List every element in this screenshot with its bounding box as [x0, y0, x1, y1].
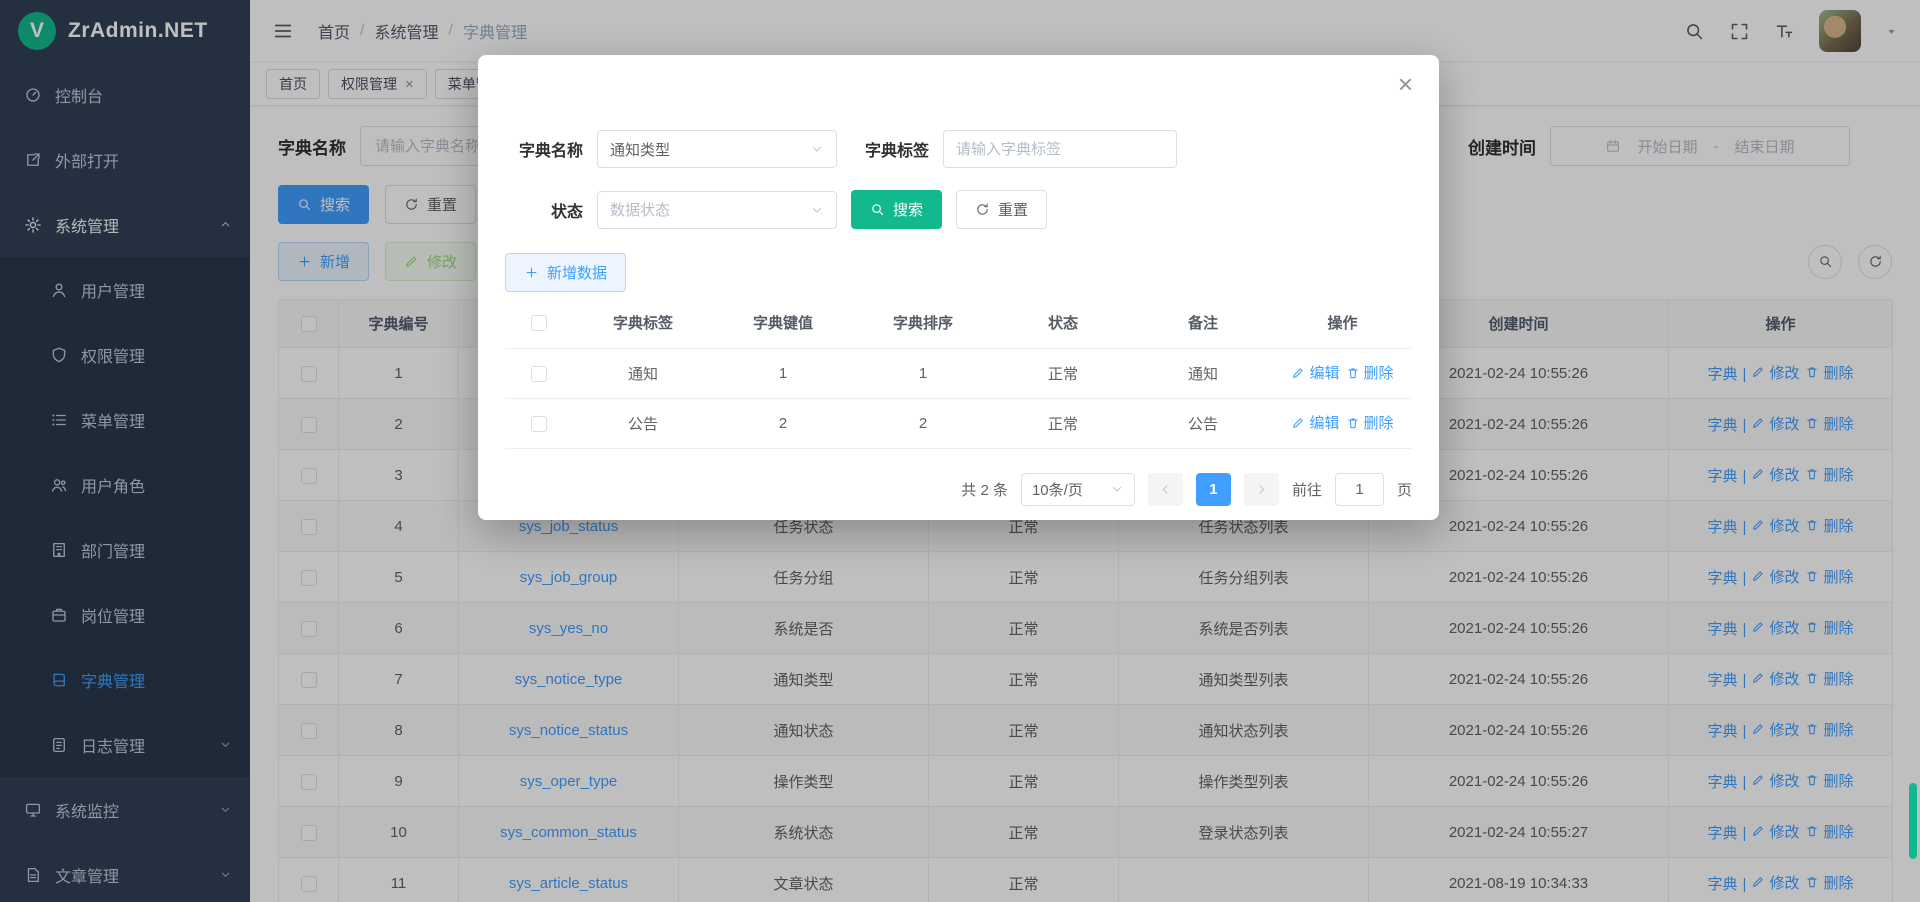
page-size-value: 10条/页: [1032, 479, 1083, 500]
data-sort: 2: [853, 398, 993, 448]
prev-page-button[interactable]: [1148, 473, 1183, 506]
chevron-left-icon: [1158, 482, 1173, 497]
pagination: 共 2 条 10条/页 1 前往 页: [505, 473, 1412, 506]
column-header: 状态: [993, 298, 1133, 348]
goto-suffix: 页: [1397, 479, 1412, 500]
edit-row-link[interactable]: 编辑: [1291, 362, 1339, 383]
column-header: 操作: [1273, 298, 1412, 348]
column-header: 字典键值: [713, 298, 853, 348]
dict-data-row: 通知11正常通知编辑删除: [505, 348, 1412, 398]
page-size-select[interactable]: 10条/页: [1021, 473, 1135, 506]
data-label: 公告: [573, 398, 713, 448]
edit-row-link[interactable]: 编辑: [1291, 412, 1339, 433]
data-remark: 通知: [1133, 348, 1273, 398]
next-page-button[interactable]: [1244, 473, 1279, 506]
chevron-down-icon: [810, 142, 824, 156]
delete-row-link[interactable]: 删除: [1346, 362, 1394, 383]
pagination-total: 共 2 条: [961, 479, 1008, 500]
column-header: 字典标签: [573, 298, 713, 348]
modal-reset-label: 重置: [998, 199, 1028, 220]
status-select[interactable]: 数据状态: [597, 191, 837, 229]
close-icon[interactable]: ×: [1398, 71, 1413, 97]
add-data-button[interactable]: 新增数据: [505, 253, 626, 292]
chevron-down-icon: [1110, 482, 1124, 496]
edit-icon: [1291, 416, 1305, 430]
dict-data-header-row: 字典标签字典键值字典排序状态备注操作: [505, 298, 1412, 348]
dict-data-table: 字典标签字典键值字典排序状态备注操作 通知11正常通知编辑删除公告22正常公告编…: [505, 298, 1412, 449]
data-status: 正常: [993, 348, 1133, 398]
modal-filter-form: 字典名称 通知类型 字典标签 状态 数据状态 搜索 重置: [505, 130, 1412, 229]
modal-reset-button[interactable]: 重置: [956, 190, 1047, 229]
dict-name-label: 字典名称: [505, 137, 583, 161]
chevron-down-icon: [810, 203, 824, 217]
search-icon: [870, 202, 885, 217]
data-value: 2: [713, 398, 853, 448]
goto-page-input[interactable]: [1335, 473, 1384, 506]
data-label: 通知: [573, 348, 713, 398]
chevron-right-icon: [1254, 482, 1269, 497]
row-checkbox[interactable]: [531, 416, 547, 432]
modal-search-button[interactable]: 搜索: [851, 190, 942, 229]
current-page-button[interactable]: 1: [1196, 473, 1231, 506]
column-header: 备注: [1133, 298, 1273, 348]
dict-name-select[interactable]: 通知类型: [597, 130, 837, 168]
goto-label: 前往: [1292, 479, 1322, 500]
plus-icon: [524, 265, 539, 280]
edit-icon: [1291, 366, 1305, 380]
dict-data-modal: × 字典名称 通知类型 字典标签 状态 数据状态 搜索 重置 新增数据: [478, 55, 1439, 520]
select-all-checkbox[interactable]: [531, 315, 547, 331]
scrollbar-thumb[interactable]: [1909, 783, 1917, 859]
data-remark: 公告: [1133, 398, 1273, 448]
dict-name-select-value: 通知类型: [610, 139, 804, 160]
dict-label-input[interactable]: [943, 130, 1177, 168]
dict-data-row: 公告22正常公告编辑删除: [505, 398, 1412, 448]
add-data-label: 新增数据: [547, 262, 607, 283]
dict-label-label: 字典标签: [851, 137, 929, 161]
status-select-placeholder: 数据状态: [610, 199, 804, 220]
modal-search-label: 搜索: [893, 199, 923, 220]
data-status: 正常: [993, 398, 1133, 448]
modal-button-group: 搜索 重置: [851, 190, 1177, 229]
trash-icon: [1346, 366, 1360, 380]
data-value: 1: [713, 348, 853, 398]
row-checkbox[interactable]: [531, 366, 547, 382]
status-label: 状态: [505, 198, 583, 222]
refresh-icon: [975, 202, 990, 217]
column-header: 字典排序: [853, 298, 993, 348]
delete-row-link[interactable]: 删除: [1346, 412, 1394, 433]
data-sort: 1: [853, 348, 993, 398]
trash-icon: [1346, 416, 1360, 430]
